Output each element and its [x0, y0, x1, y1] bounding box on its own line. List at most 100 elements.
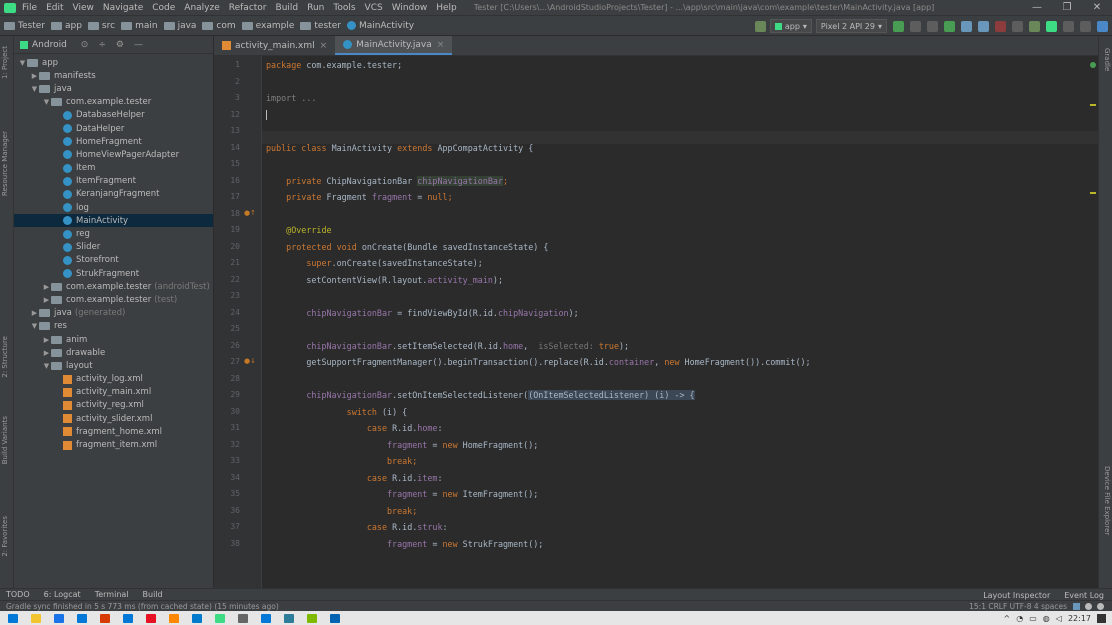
- tool-tab-terminal[interactable]: Terminal: [95, 590, 129, 599]
- app4-icon[interactable]: [330, 613, 340, 623]
- photos-icon[interactable]: [123, 613, 133, 623]
- code-line[interactable]: chipNavigationBar.setOnItemSelectedListe…: [266, 390, 695, 403]
- tree-item[interactable]: HomeViewPagerAdapter: [14, 148, 213, 161]
- chevron-down-icon[interactable]: ▼: [30, 85, 39, 93]
- menu-window[interactable]: Window: [392, 3, 428, 13]
- stop-icon[interactable]: [995, 20, 1006, 32]
- tree-item[interactable]: Item: [14, 162, 213, 175]
- profile-icon[interactable]: [961, 20, 972, 32]
- breadcrumb-item[interactable]: Tester: [4, 21, 45, 31]
- tree-item[interactable]: ItemFragment: [14, 175, 213, 188]
- battery-icon[interactable]: ▭: [1029, 614, 1037, 623]
- sync-scroll-icon[interactable]: ⊙: [81, 40, 89, 50]
- override-marker-icon[interactable]: ●↓: [244, 357, 256, 365]
- code-line[interactable]: @Override: [266, 225, 331, 238]
- code-line[interactable]: [266, 110, 267, 123]
- inspection-ok-icon[interactable]: [1090, 62, 1096, 68]
- code-line[interactable]: import ...: [266, 93, 316, 106]
- code-line[interactable]: protected void onCreate(Bundle savedInst…: [266, 242, 548, 255]
- tree-item[interactable]: ▶ drawable: [14, 346, 213, 359]
- tree-item[interactable]: KeranjangFragment: [14, 188, 213, 201]
- tree-item[interactable]: Storefront: [14, 254, 213, 267]
- tree-item[interactable]: StrukFragment: [14, 267, 213, 280]
- code-line[interactable]: setContentView(R.layout.activity_main);: [266, 275, 503, 288]
- breadcrumb-item[interactable]: main: [121, 21, 158, 31]
- breadcrumb-item[interactable]: example: [241, 21, 294, 31]
- override-marker-icon[interactable]: ●↑: [244, 209, 256, 217]
- editor-tab[interactable]: activity_main.xml ×: [214, 36, 335, 55]
- vlc-icon[interactable]: [169, 613, 179, 623]
- tree-item[interactable]: ▶ com.example.tester (androidTest): [14, 280, 213, 293]
- tree-item[interactable]: ▼ java: [14, 82, 213, 95]
- code-line[interactable]: case R.id.struk:: [266, 522, 448, 535]
- code-line[interactable]: getSupportFragmentManager().beginTransac…: [266, 357, 810, 370]
- run-config-select[interactable]: app ▾: [769, 19, 812, 33]
- chevron-down-icon[interactable]: ▼: [42, 98, 51, 106]
- tree-item[interactable]: ▶ manifests: [14, 69, 213, 82]
- notifications-icon[interactable]: [1097, 613, 1106, 623]
- app2-icon[interactable]: [284, 613, 294, 623]
- run-icon[interactable]: [893, 20, 904, 32]
- file-explorer-icon[interactable]: [31, 613, 41, 623]
- chevron-right-icon[interactable]: ▶: [42, 283, 51, 291]
- vscode-icon[interactable]: [192, 613, 202, 623]
- tree-item[interactable]: ▼ layout: [14, 359, 213, 372]
- editor-tab[interactable]: MainActivity.java ×: [335, 36, 453, 55]
- menu-run[interactable]: Run: [307, 3, 324, 13]
- app-icon[interactable]: [146, 613, 156, 623]
- breadcrumb-item[interactable]: java: [163, 21, 196, 31]
- code-line[interactable]: break;: [266, 456, 417, 469]
- warning-mark[interactable]: [1090, 104, 1096, 106]
- tree-item[interactable]: MainActivity: [14, 214, 213, 228]
- warning-mark[interactable]: [1090, 192, 1096, 194]
- project-view-selector[interactable]: Android: [32, 40, 67, 50]
- tool-tab-structure[interactable]: 2: Structure: [1, 336, 13, 378]
- menu-build[interactable]: Build: [276, 3, 299, 13]
- network-icon[interactable]: ◔: [1016, 614, 1023, 623]
- chevron-down-icon[interactable]: ▼: [30, 322, 39, 330]
- menu-analyze[interactable]: Analyze: [184, 3, 219, 13]
- volume-icon[interactable]: ◁: [1056, 614, 1062, 623]
- breadcrumb-item[interactable]: tester: [300, 21, 341, 31]
- tool-tab-favorites[interactable]: 2: Favorites: [1, 516, 13, 557]
- code-line[interactable]: fragment = new StrukFragment();: [266, 539, 543, 552]
- store-icon[interactable]: [77, 613, 87, 623]
- clock[interactable]: 22:17: [1068, 614, 1091, 623]
- chrome-icon[interactable]: [54, 613, 64, 623]
- code-line[interactable]: private Fragment fragment = null;: [266, 192, 452, 205]
- menu-edit[interactable]: Edit: [46, 3, 63, 13]
- tool-tab-layout-inspector[interactable]: Layout Inspector: [983, 591, 1050, 600]
- chevron-down-icon[interactable]: ▼: [42, 362, 51, 370]
- hide-panel-icon[interactable]: —: [134, 40, 143, 50]
- attach-debugger-icon[interactable]: [978, 20, 989, 32]
- menu-view[interactable]: View: [73, 3, 94, 13]
- code-area[interactable]: package com.example.tester; import ... pub…: [266, 56, 1086, 588]
- tree-item[interactable]: activity_main.xml: [14, 386, 213, 399]
- memory-icon[interactable]: [1097, 603, 1104, 610]
- tool-tab-gradle[interactable]: Gradle: [1103, 48, 1111, 71]
- tree-item[interactable]: ▼ app: [14, 56, 213, 69]
- code-line[interactable]: private ChipNavigationBar chipNavigation…: [266, 175, 508, 189]
- tree-item[interactable]: activity_reg.xml: [14, 399, 213, 412]
- tree-item[interactable]: ▼ res: [14, 320, 213, 333]
- tree-item[interactable]: activity_slider.xml: [14, 412, 213, 425]
- code-line[interactable]: chipNavigationBar = findViewById(R.id.ch…: [266, 308, 578, 321]
- chevron-down-icon[interactable]: ▼: [18, 59, 27, 67]
- sync-gradle-icon[interactable]: [1012, 20, 1023, 32]
- error-stripe[interactable]: [1090, 62, 1096, 582]
- office-icon[interactable]: [100, 613, 110, 623]
- tool-tab-device-file-explorer[interactable]: Device File Explorer: [1103, 466, 1111, 535]
- code-line[interactable]: public class MainActivity extends AppCom…: [266, 143, 533, 156]
- menu-file[interactable]: File: [22, 3, 37, 13]
- lock-icon[interactable]: [1073, 603, 1080, 610]
- language-icon[interactable]: ◍: [1043, 614, 1050, 623]
- device-select[interactable]: Pixel 2 API 29 ▾: [815, 19, 887, 33]
- tree-item[interactable]: Slider: [14, 241, 213, 254]
- cursor-position-encoding[interactable]: 15:1 CRLF UTF-8 4 spaces: [969, 602, 1067, 611]
- hammer-icon[interactable]: [754, 20, 766, 32]
- code-line[interactable]: case R.id.item:: [266, 473, 443, 486]
- close-tab-icon[interactable]: ×: [320, 41, 328, 51]
- apply-code-changes-icon[interactable]: [927, 20, 938, 32]
- code-line[interactable]: switch (i) {: [266, 407, 408, 420]
- menu-tools[interactable]: Tools: [333, 3, 355, 13]
